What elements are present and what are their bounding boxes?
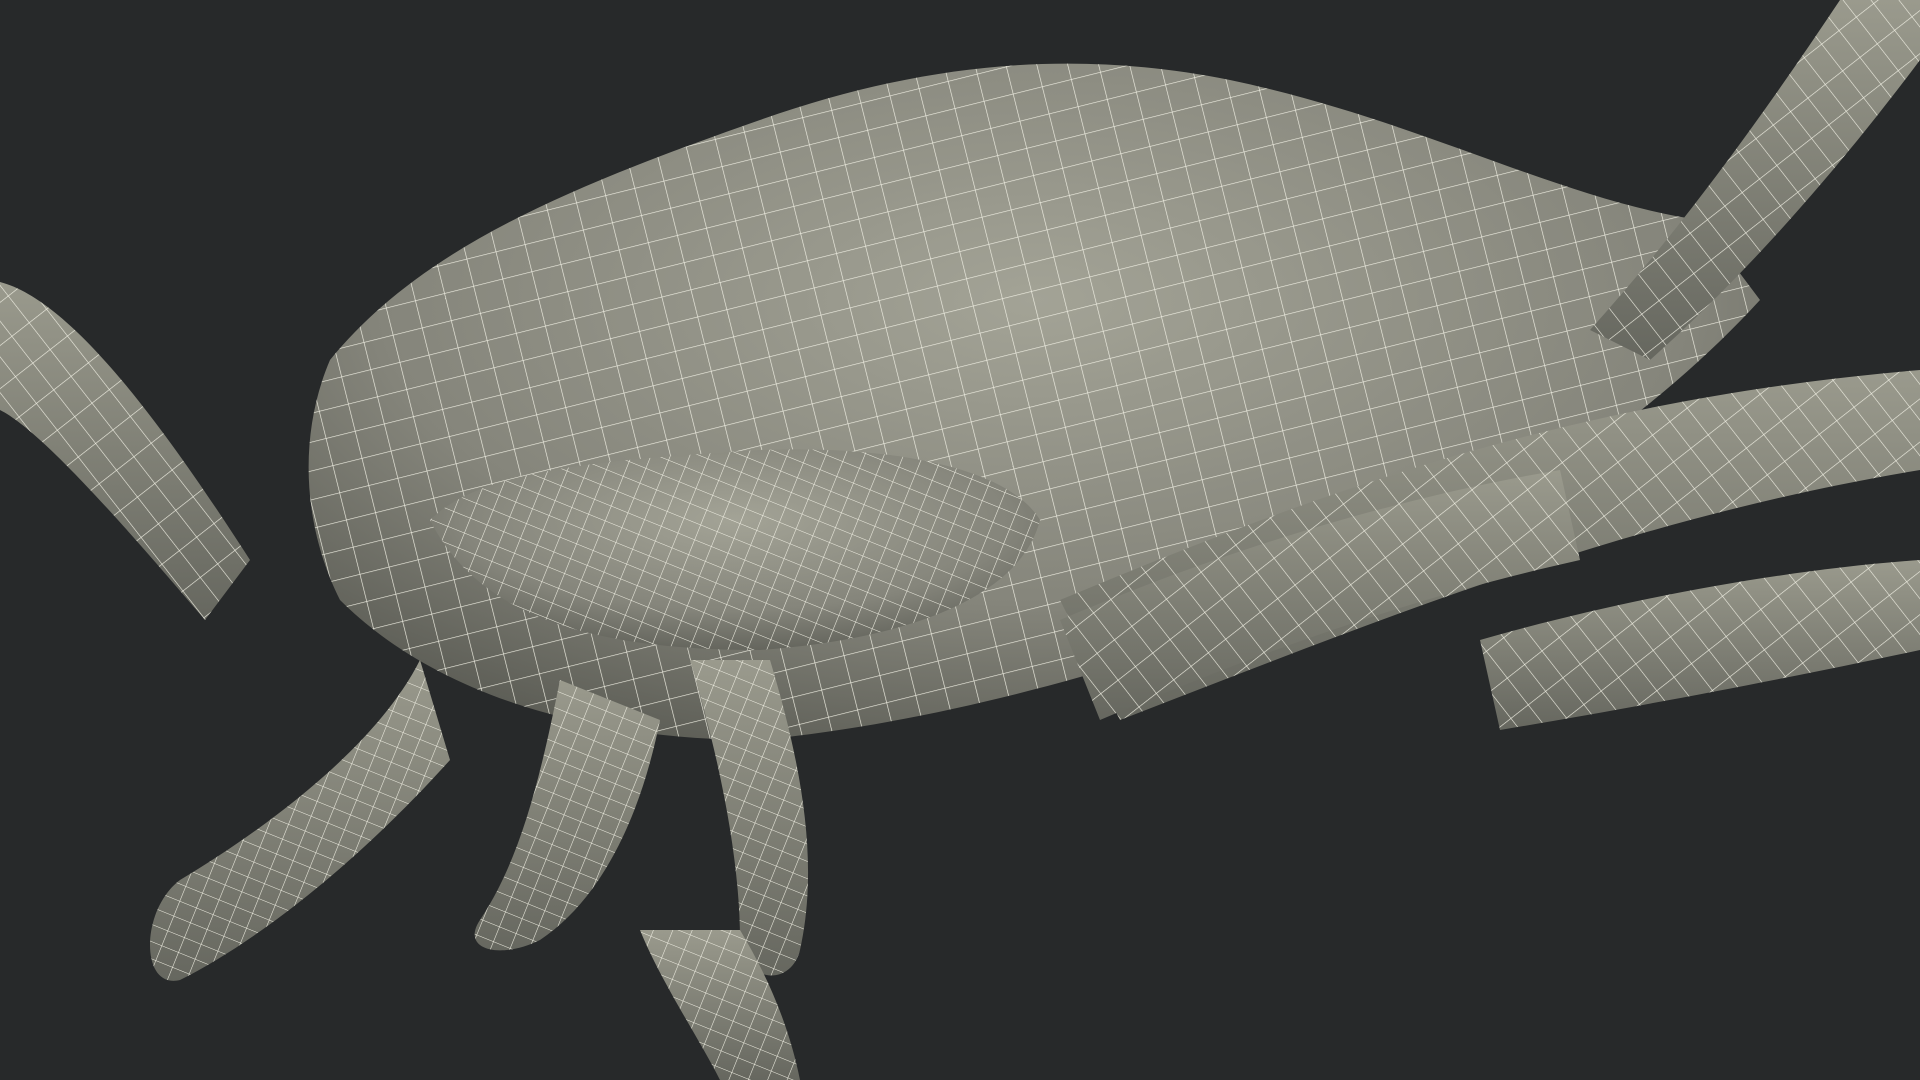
leg-left-back [0,282,250,620]
leg-front-center [474,680,660,951]
wireframe-model [0,0,1920,1080]
render-viewport [0,0,1920,1080]
leg-right-upper [1590,0,1920,360]
leg-front-left [150,660,450,981]
